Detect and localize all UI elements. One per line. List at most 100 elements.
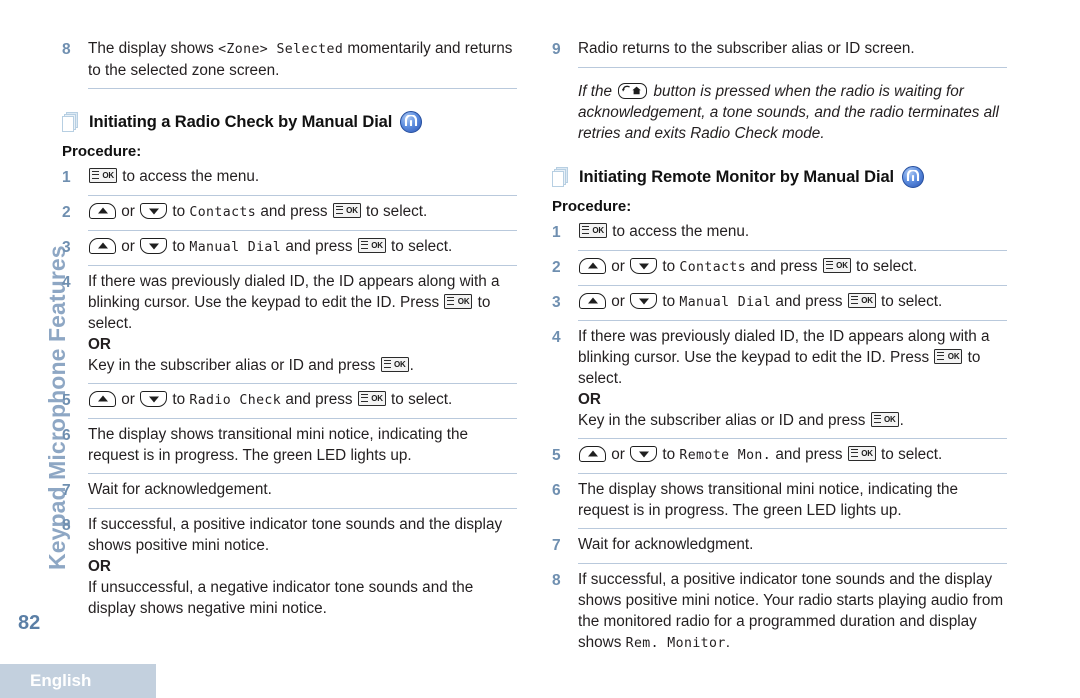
step-body: If successful, a positive indicator tone… <box>578 569 1007 654</box>
step-body: Radio returns to the subscriber alias or… <box>578 40 915 57</box>
step-divider <box>88 265 517 266</box>
menu-lines-glyph <box>335 206 343 215</box>
procedure-step: 1 OK to access the menu. <box>552 221 1007 247</box>
triangle-up-glyph <box>97 242 108 249</box>
procedure-step: 6 The display shows transitional mini not… <box>552 479 1007 525</box>
left-column: 8 The display shows <Zone> Selected momen… <box>62 38 517 623</box>
down-arrow-key-icon <box>140 203 168 219</box>
step-divider <box>88 418 517 419</box>
document-page: Keypad Microphone Features 82 English 8T… <box>0 0 1080 698</box>
ok-key-label: OK <box>346 205 358 215</box>
step-number: 3 <box>552 294 561 311</box>
step-body: or to Manual Dial and press OK to select… <box>88 236 517 258</box>
step-text: to select. <box>386 391 453 408</box>
menu-lines-glyph <box>447 297 455 306</box>
step-text: Wait for acknowledgement. <box>88 481 272 498</box>
menu-ok-key-icon: OK <box>357 238 386 253</box>
step-number: 4 <box>62 274 71 291</box>
step-text: The display shows transitional mini noti… <box>578 481 959 519</box>
up-arrow-key-icon <box>89 238 116 254</box>
step-divider <box>578 320 1007 321</box>
procedure-step: 4 If there was previously dialed ID, the … <box>62 271 517 380</box>
ok-key-label: OK <box>394 359 406 369</box>
menu-lines-glyph <box>850 296 858 305</box>
step-divider <box>578 250 1007 251</box>
step-text: to select. <box>851 258 918 275</box>
note-paragraph: If the button is pressed when the radio … <box>578 81 1007 144</box>
display-string: Manual Dial <box>679 295 772 310</box>
step-body: The display shows <Zone> Selected moment… <box>88 38 517 81</box>
display-string: Contacts <box>189 205 257 220</box>
procedure-step: 1 OK to access the menu. <box>62 166 517 192</box>
step-text: to <box>168 203 190 220</box>
menu-lines-glyph <box>825 261 833 270</box>
menu-lines-glyph <box>582 226 589 235</box>
step-number: 7 <box>62 482 71 499</box>
triangle-up-glyph <box>587 262 598 269</box>
step-body: If successful, a positive indicator tone… <box>88 514 517 619</box>
step-divider <box>578 438 1007 439</box>
triangle-down-glyph <box>638 298 649 305</box>
section-heading: Initiating a Radio Check by Manual Dial <box>62 111 517 133</box>
step-text: The display shows <box>88 40 219 57</box>
menu-ok-key-icon: OK <box>847 446 876 461</box>
triangle-down-glyph <box>148 243 159 250</box>
step-text: and press <box>281 238 357 255</box>
procedure-step: 8 If successful, a positive indicator ton… <box>62 514 517 623</box>
triangle-down-glyph <box>638 263 649 270</box>
step-text: . <box>409 357 414 374</box>
menu-ok-key-icon: OK <box>332 203 361 218</box>
step-number: 3 <box>62 239 71 256</box>
up-arrow-key-icon <box>579 258 606 274</box>
procedure-step: 8 If successful, a positive indicator ton… <box>552 569 1007 658</box>
step-text: and press <box>746 258 822 275</box>
feature-availability-icon <box>400 111 423 133</box>
step-body: The display shows transitional mini noti… <box>88 424 517 466</box>
menu-lines-glyph <box>850 449 858 458</box>
down-arrow-key-icon <box>630 258 658 274</box>
step-text: to select. <box>386 238 453 255</box>
ok-key-label: OK <box>836 260 848 270</box>
step-body: Wait for acknowledgement. <box>88 479 517 500</box>
ok-key-label: OK <box>457 296 470 306</box>
step-divider <box>88 230 517 231</box>
step-number: 7 <box>552 537 561 554</box>
procedure-step: 3 or to Manual Dial and press OK to sele… <box>552 291 1007 317</box>
display-string: Manual Dial <box>189 240 282 255</box>
step-body: or to Remote Mon. and press OK to select… <box>578 444 1007 466</box>
step-text: If unsuccessful, a negative indicator to… <box>88 579 474 617</box>
pages-stack-icon <box>552 166 569 188</box>
step-number: 8 <box>62 517 71 534</box>
step-text: The display shows transitional mini noti… <box>88 426 469 464</box>
step-text: to access the menu. <box>118 168 260 185</box>
ok-key-label: OK <box>371 393 383 403</box>
section-heading-text: Initiating a Radio Check by Manual Dial <box>89 112 393 131</box>
procedure-step: 7 Wait for acknowledgement. <box>62 479 517 505</box>
ok-key-label: OK <box>884 414 896 424</box>
menu-lines-glyph <box>360 241 368 250</box>
step-body: If there was previously dialed ID, the I… <box>578 326 1007 431</box>
or-separator: OR <box>88 558 111 575</box>
step-divider <box>88 383 517 384</box>
display-string: Remote Mon. <box>679 448 772 463</box>
step-number: 2 <box>62 204 71 221</box>
step-text: If there was previously dialed ID, the I… <box>578 328 990 366</box>
procedure-step: 7 Wait for acknowledgment. <box>552 534 1007 560</box>
display-string: Rem. Monitor <box>625 636 726 651</box>
step-text: or <box>607 446 630 463</box>
step-body: OK to access the menu. <box>578 221 1007 242</box>
procedure-step: 5 or to Radio Check and press OK to sele… <box>62 389 517 415</box>
back-home-key-icon <box>618 83 648 99</box>
ok-key-label: OK <box>861 448 873 458</box>
menu-ok-key-icon: OK <box>934 349 963 364</box>
procedure-label: Procedure: <box>552 198 632 215</box>
menu-lines-glyph <box>360 394 368 403</box>
step-text: Key in the subscriber alias or ID and pr… <box>578 412 870 429</box>
menu-ok-key-icon: OK <box>847 293 876 308</box>
step-divider <box>578 528 1007 529</box>
down-arrow-key-icon <box>140 238 168 254</box>
step-text: and press <box>771 446 847 463</box>
section-heading: Initiating Remote Monitor by Manual Dial <box>552 166 1007 188</box>
step-body: or to Contacts and press OK to select. <box>578 256 1007 278</box>
note-text: If the <box>578 83 617 100</box>
